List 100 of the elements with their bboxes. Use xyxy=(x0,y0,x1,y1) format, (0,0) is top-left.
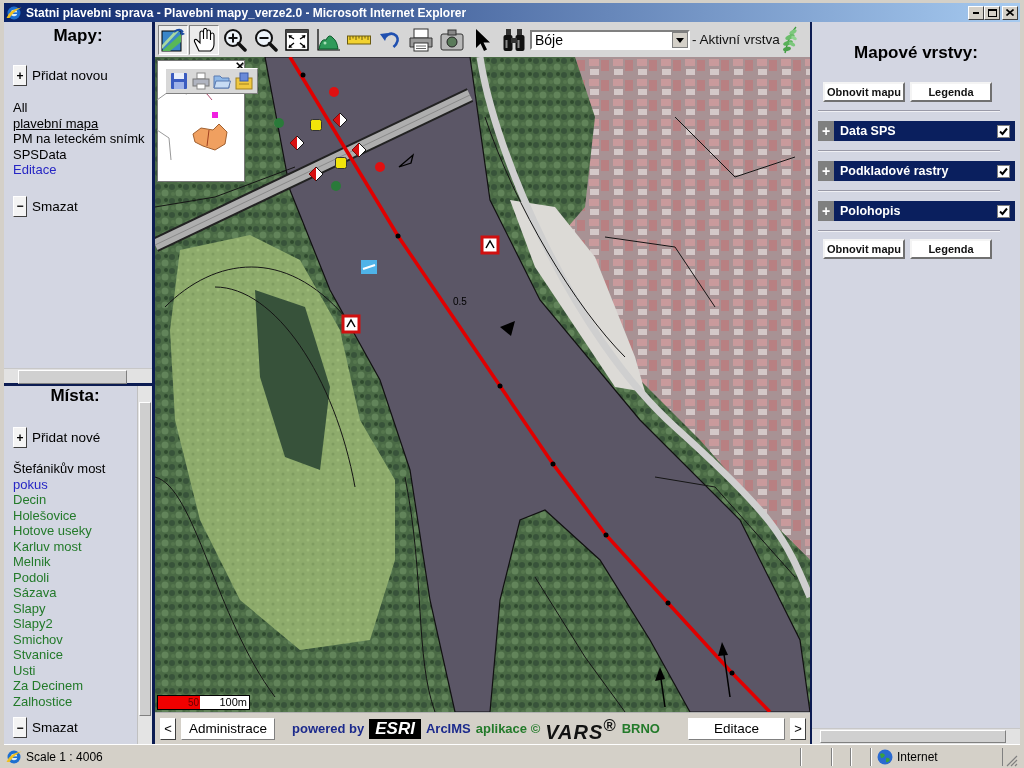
hand-icon xyxy=(192,27,216,52)
panel-button[interactable]: Legenda xyxy=(910,239,992,259)
triangle-marker-icon xyxy=(398,153,415,168)
scale-bar-segment: 50 xyxy=(158,696,200,709)
place-link[interactable]: Hotove useky xyxy=(13,523,92,539)
layer-checkbox[interactable] xyxy=(997,204,1010,218)
expand-toggle[interactable]: + xyxy=(818,161,834,181)
printer-icon[interactable] xyxy=(191,72,210,90)
map-link[interactable]: PM na leteckém snímk xyxy=(13,131,145,147)
panel-title: Místa: xyxy=(50,386,100,406)
add-map-link[interactable]: Přidat novou xyxy=(32,68,108,83)
add-button[interactable]: + xyxy=(13,65,27,86)
boxed-logo: ESRI xyxy=(369,718,421,739)
zone-text: Internet xyxy=(897,749,938,764)
map-link[interactable]: Editace xyxy=(13,162,57,178)
round-buoy-icon xyxy=(329,87,339,97)
map-link[interactable]: All xyxy=(13,100,28,116)
place-link[interactable]: Melnik xyxy=(13,554,51,570)
point-marker-icon xyxy=(729,670,735,676)
caret-icon[interactable] xyxy=(672,31,688,48)
place-link[interactable]: Slapy2 xyxy=(13,616,53,632)
browser-icon xyxy=(6,748,22,765)
previous-button[interactable]: < xyxy=(160,717,176,740)
maximize-icon xyxy=(987,8,997,17)
layer-name: Data SPS xyxy=(840,124,896,138)
layer-checkbox[interactable] xyxy=(997,124,1010,138)
diamond-buoy-icon xyxy=(308,166,324,182)
expand-icon xyxy=(285,27,309,52)
scrollbar-thumb[interactable] xyxy=(820,730,1006,743)
diamond-buoy-icon xyxy=(351,142,367,158)
zoom-out-icon xyxy=(254,27,278,52)
layer-name: Podkladové rastry xyxy=(840,164,949,178)
delete-place-link[interactable]: Smazat xyxy=(32,720,78,735)
close-icon xyxy=(1006,9,1014,16)
place-link[interactable]: pokus xyxy=(13,476,48,492)
panel-title: Mapové vrstvy: xyxy=(854,43,978,63)
edit-button[interactable]: Editace xyxy=(688,717,785,740)
point-marker-icon xyxy=(300,72,306,78)
save-icon[interactable] xyxy=(169,72,188,90)
panel-button[interactable]: Legenda xyxy=(910,82,992,102)
place-link[interactable]: Zalhostice xyxy=(13,693,73,709)
close-button[interactable] xyxy=(1002,5,1018,20)
next-button[interactable]: > xyxy=(790,717,806,740)
sign-marker-icon xyxy=(361,260,377,274)
scrollbar-thumb[interactable] xyxy=(139,402,151,716)
expand-toggle[interactable]: + xyxy=(818,121,834,141)
map-link[interactable]: SPSData xyxy=(13,146,67,163)
resize-grip-icon[interactable] xyxy=(1006,754,1018,767)
close-icon[interactable] xyxy=(236,62,244,70)
vertical-scrollbar[interactable] xyxy=(137,386,152,744)
place-link[interactable]: Stvanice xyxy=(13,647,63,663)
browser-icon xyxy=(6,4,22,21)
delete-button[interactable]: − xyxy=(13,717,27,738)
overview-map-button[interactable] xyxy=(158,24,188,55)
place-link[interactable]: Štefánikův most xyxy=(13,461,106,477)
river-km-label: 0.5 xyxy=(453,296,467,307)
layer-dropdown[interactable]: Bóje xyxy=(530,29,690,50)
delete-map-link[interactable]: Smazat xyxy=(32,198,78,214)
scrollbar-thumb[interactable] xyxy=(18,370,127,384)
place-link[interactable]: Za Decinem xyxy=(13,678,84,694)
add-button[interactable]: + xyxy=(13,427,27,448)
maximize-button[interactable] xyxy=(984,5,1000,20)
horizontal-scrollbar[interactable] xyxy=(812,728,1020,744)
place-link[interactable]: Podoli xyxy=(13,569,50,585)
panel-button[interactable]: Obnovit mapu xyxy=(823,239,905,259)
place-link[interactable]: Sázava xyxy=(13,585,57,601)
diamond-buoy-icon xyxy=(332,112,348,128)
expand-toggle[interactable]: + xyxy=(818,201,834,221)
place-link[interactable]: Holešovice xyxy=(13,507,77,523)
administration-button[interactable]: Administrace xyxy=(181,717,275,740)
extent-marker-icon xyxy=(212,112,218,118)
minimize-button[interactable] xyxy=(968,5,984,20)
square-buoy-icon xyxy=(310,119,322,131)
credit-text: ArcIMS xyxy=(425,721,471,736)
credit-text: powered by xyxy=(292,721,365,736)
place-link[interactable]: Usti xyxy=(13,662,36,678)
wordmark-logo: VARS$^{®}$ xyxy=(545,714,617,743)
point-marker-icon xyxy=(497,383,503,389)
layer-checkbox[interactable] xyxy=(997,164,1010,178)
terrain-chart-icon xyxy=(316,27,340,52)
round-buoy-icon xyxy=(375,162,385,172)
point-marker-icon xyxy=(665,600,671,606)
leaf-icon xyxy=(782,25,797,54)
map-link[interactable]: plavební mapa xyxy=(13,115,99,132)
printer-icon xyxy=(409,27,433,52)
diamond-buoy-icon xyxy=(289,135,305,151)
place-link[interactable]: Karluv most xyxy=(13,538,82,554)
round-buoy-icon xyxy=(331,181,341,191)
horizontal-scrollbar[interactable] xyxy=(4,368,152,383)
place-link[interactable]: Smichov xyxy=(13,631,63,647)
place-link[interactable]: Decin xyxy=(13,492,47,508)
place-link[interactable]: Slapy xyxy=(13,600,46,616)
arrow-marker-icon xyxy=(718,642,731,698)
sign-marker-icon xyxy=(480,235,500,255)
credit-text: BRNO xyxy=(621,721,660,736)
pan-button[interactable] xyxy=(189,24,219,55)
add-place-link[interactable]: Přidat nové xyxy=(32,430,101,445)
camera-icon xyxy=(440,27,464,52)
panel-button[interactable]: Obnovit mapu xyxy=(823,82,905,102)
delete-button[interactable]: − xyxy=(13,195,27,217)
